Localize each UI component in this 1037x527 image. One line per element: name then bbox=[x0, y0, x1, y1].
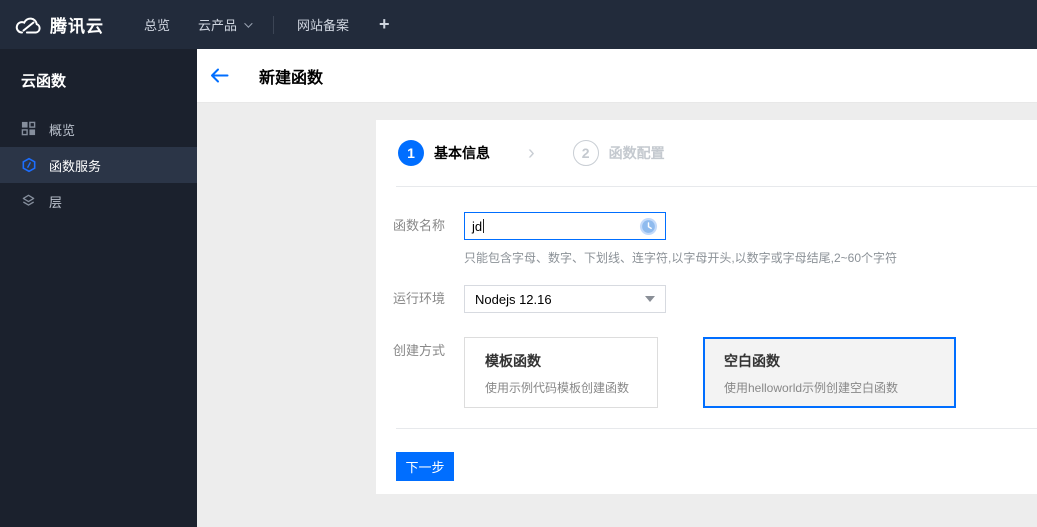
text-cursor bbox=[483, 219, 485, 233]
function-name-input[interactable]: jd bbox=[464, 212, 666, 240]
runtime-select[interactable]: Nodejs 12.16 bbox=[464, 285, 666, 313]
function-name-label: 函数名称 bbox=[393, 218, 446, 233]
function-name-help: 只能包含字母、数字、下划线、连字符,以字母开头,以数字或字母结尾,2~60个字符 bbox=[464, 251, 898, 265]
create-function-card: 1 基本信息 › 2 函数配置 函数名称 jd 只能包含字母、数字、下划线、连字… bbox=[376, 120, 1037, 494]
sidebar: 云函数 概览 函数服务 层 bbox=[0, 49, 197, 527]
arrow-left-icon bbox=[211, 68, 229, 83]
method-card-title: 模板函数 bbox=[485, 353, 541, 369]
step-2-circle: 2 bbox=[572, 140, 599, 166]
validating-clock-icon bbox=[639, 217, 658, 236]
add-nav-tab-button[interactable]: + bbox=[363, 0, 406, 49]
method-card-desc: 使用示例代码模板创建函数 bbox=[485, 381, 630, 395]
nav-item-overview[interactable]: 总览 bbox=[130, 0, 184, 49]
basic-info-form: 函数名称 jd 只能包含字母、数字、下划线、连字符,以字母开头,以数字或字母结尾… bbox=[376, 187, 1037, 408]
chevron-right-icon: › bbox=[528, 142, 535, 164]
step-1-label: 基本信息 bbox=[434, 145, 490, 161]
nav-item-cloud-products-label: 云产品 bbox=[198, 18, 238, 33]
creation-method-label: 创建方式 bbox=[393, 343, 446, 358]
tencent-cloud-logo-icon bbox=[14, 15, 41, 35]
brand-name: 腾讯云 bbox=[50, 17, 104, 36]
nav-item-cloud-products[interactable]: 云产品 bbox=[184, 0, 264, 49]
brand[interactable]: 腾讯云 bbox=[14, 12, 104, 37]
sidebar-item-label: 函数服务 bbox=[49, 158, 102, 174]
page-title: 新建函数 bbox=[259, 69, 324, 87]
layers-icon bbox=[21, 193, 37, 209]
runtime-label: 运行环境 bbox=[393, 291, 446, 306]
top-nav: 腾讯云 总览 云产品 网站备案 + bbox=[0, 0, 1037, 49]
nav-item-icp-filing[interactable]: 网站备案 bbox=[283, 0, 363, 49]
method-card-title: 空白函数 bbox=[724, 353, 780, 369]
sidebar-item-label: 层 bbox=[49, 194, 63, 210]
card-footer: 下一步 bbox=[376, 429, 1037, 481]
nav-menu: 总览 云产品 网站备案 + bbox=[130, 0, 406, 49]
dropdown-triangle-icon bbox=[645, 296, 655, 302]
method-card-desc: 使用helloworld示例创建空白函数 bbox=[724, 381, 899, 395]
function-name-row: 函数名称 jd 只能包含字母、数字、下划线、连字符,以字母开头,以数字或字母结尾… bbox=[393, 212, 1037, 266]
method-card-template-function[interactable]: 模板函数 使用示例代码模板创建函数 bbox=[464, 337, 658, 408]
sidebar-item-label: 概览 bbox=[49, 122, 76, 138]
chevron-down-icon bbox=[244, 18, 253, 28]
step-2-label: 函数配置 bbox=[608, 145, 665, 161]
scf-hexagon-icon bbox=[21, 157, 37, 173]
sidebar-item-layers[interactable]: 层 bbox=[0, 183, 197, 219]
function-name-value: jd bbox=[472, 218, 483, 234]
runtime-value: Nodejs 12.16 bbox=[475, 291, 552, 307]
next-step-button[interactable]: 下一步 bbox=[396, 452, 454, 481]
back-button[interactable] bbox=[210, 68, 229, 83]
sidebar-item-overview[interactable]: 概览 bbox=[0, 111, 197, 147]
runtime-row: 运行环境 Nodejs 12.16 bbox=[393, 285, 1037, 313]
method-card-blank-function[interactable]: 空白函数 使用helloworld示例创建空白函数 bbox=[703, 337, 956, 408]
grid-icon bbox=[21, 121, 37, 137]
step-indicator: 1 基本信息 › 2 函数配置 bbox=[376, 120, 1037, 186]
nav-divider bbox=[273, 15, 275, 34]
sidebar-title: 云函数 bbox=[21, 73, 67, 90]
page-header: 新建函数 bbox=[197, 49, 1037, 103]
step-1-circle: 1 bbox=[398, 140, 424, 166]
creation-method-row: 创建方式 模板函数 使用示例代码模板创建函数 空白函数 使用helloworld… bbox=[393, 337, 1037, 408]
sidebar-item-function-service[interactable]: 函数服务 bbox=[0, 147, 197, 183]
